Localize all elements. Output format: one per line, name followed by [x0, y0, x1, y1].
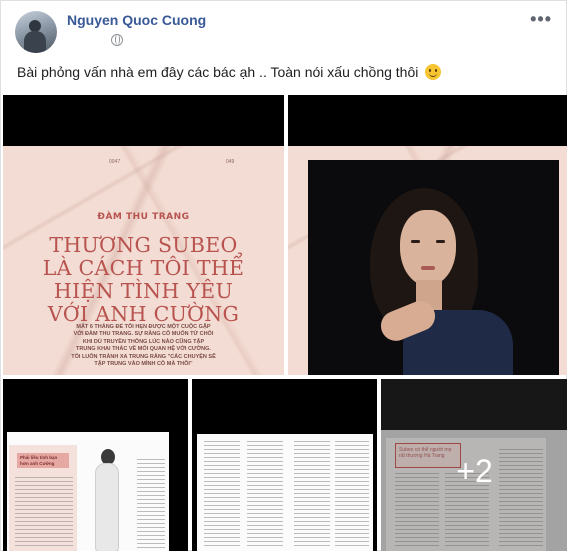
article-headline: THƯƠNG SUBEO LÀ CÁCH TÔI THỂ HIỆN TÌNH Y… [42, 233, 245, 326]
author-avatar[interactable] [15, 11, 57, 53]
photo-1[interactable]: 0047 049 ĐÀM THU TRANG THƯƠNG SUBEO LÀ C… [3, 95, 284, 375]
body-text-column [335, 441, 369, 549]
more-photos-overlay[interactable]: +2 [381, 379, 567, 551]
body-text-column [204, 441, 240, 549]
page-number-right: 049 [226, 159, 235, 165]
portrait-eye [436, 240, 445, 243]
article-dek: MẤT 6 THÁNG ĐỂ TÔI HẸN ĐƯỢC MỘT CUỘC GẶP… [71, 324, 216, 368]
photo-2[interactable] [288, 95, 567, 375]
body-text-column [247, 441, 283, 549]
portrait-lips [421, 266, 435, 270]
body-text-column [137, 459, 165, 549]
post-meta [105, 34, 123, 46]
magazine-page [288, 146, 567, 375]
model-dress [95, 463, 119, 551]
author-name-link[interactable]: Nguyen Quoc Cuong [67, 12, 206, 28]
photo-4[interactable] [192, 379, 377, 551]
avatar-figure-body [24, 31, 46, 53]
photo-3[interactable]: Phải liều tình bạn hơn anh Cường [3, 379, 188, 551]
article-kicker: ĐÀM THU TRANG [97, 212, 190, 222]
body-text-column [15, 477, 73, 549]
pull-quote-tag: Phải liều tình bạn hơn anh Cường [17, 453, 69, 468]
post-caption: Bài phỏng vấn nhà em đây các bác ạh .. T… [17, 64, 442, 80]
facebook-post: Nguyen Quoc Cuong ••• Bài phỏng vấn nhà … [0, 0, 567, 551]
model-photo [83, 443, 133, 551]
smile-emoji-icon [425, 64, 442, 80]
caption-text: Bài phỏng vấn nhà em đây các bác ạh .. T… [17, 64, 419, 80]
body-text-column [294, 441, 330, 549]
more-options-icon[interactable]: ••• [530, 9, 552, 30]
portrait-eye [411, 240, 420, 243]
portrait-photo [308, 160, 559, 375]
globe-icon[interactable] [111, 34, 123, 46]
magazine-page: 0047 049 ĐÀM THU TRANG THƯƠNG SUBEO LÀ C… [3, 146, 284, 375]
more-photos-count: +2 [456, 453, 493, 489]
photo-5[interactable]: Subeo có thể người mẹ rất thương Hà Tran… [381, 379, 567, 551]
portrait-face [400, 210, 456, 286]
page-number-left: 0047 [109, 159, 121, 165]
